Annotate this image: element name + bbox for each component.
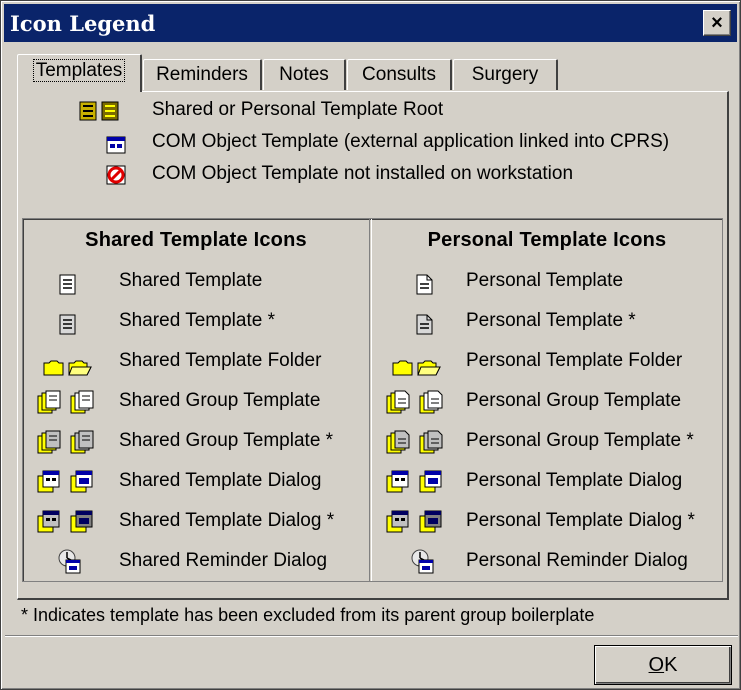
legend-label-com-missing: COM Object Template not installed on wor… [152, 163, 574, 184]
list-item-label: Personal Template Folder [466, 350, 683, 371]
list-item: Personal Reminder Dialog [372, 541, 722, 581]
list-item-label: Shared Template * [119, 310, 275, 331]
footnote: * Indicates template has been excluded f… [21, 605, 595, 625]
tab-surgery[interactable]: Surgery [453, 59, 558, 90]
list-item-label: Shared Template Dialog * [119, 510, 335, 531]
com-not-installed-icon [106, 164, 126, 196]
list-item: Personal Template Dialog [372, 461, 722, 501]
shared-reminder-icon [57, 548, 81, 589]
list-item: Personal Group Template * [372, 421, 722, 461]
list-item-label: Shared Reminder Dialog [119, 550, 328, 571]
list-item: Shared Group Template [23, 381, 369, 421]
list-item-label: Personal Template * [466, 310, 636, 331]
list-item-label: Shared Group Template * [119, 430, 334, 451]
close-button[interactable]: × [703, 10, 731, 36]
icon-legend-grid: Shared Template Icons Shared Template Sh… [22, 218, 723, 582]
list-item-label: Personal Group Template * [466, 430, 694, 451]
list-item: Shared Template [23, 261, 369, 301]
legend-label-root: Shared or Personal Template Root [152, 99, 444, 120]
list-item: Shared Reminder Dialog [23, 541, 369, 581]
tab-consults[interactable]: Consults [347, 59, 452, 90]
list-item-label: Shared Template [119, 270, 263, 291]
icon-legend-window: Icon Legend × Templates Reminders Notes … [0, 0, 741, 690]
list-item: Shared Template Folder [23, 341, 369, 381]
legend-row-com-missing: COM Object Template not installed on wor… [78, 158, 718, 190]
personal-column: Personal Template Icons Personal Templat… [371, 219, 722, 581]
tab-templates-label: Templates [32, 59, 126, 82]
list-item-label: Shared Template Folder [119, 350, 322, 371]
list-item-label: Personal Reminder Dialog [466, 550, 688, 571]
list-item: Shared Template Dialog * [23, 501, 369, 541]
shared-heading: Shared Template Icons [85, 229, 307, 251]
personal-heading: Personal Template Icons [427, 229, 667, 251]
list-item-label: Shared Template Dialog [119, 470, 322, 491]
title-bar[interactable]: Icon Legend × [4, 4, 737, 42]
list-item: Shared Template Dialog [23, 461, 369, 501]
list-item-label: Personal Template Dialog * [466, 510, 695, 531]
ok-label-rest: K [664, 654, 678, 676]
ok-mnemonic: O [648, 654, 665, 676]
list-item: Personal Template [372, 261, 722, 301]
list-item-label: Personal Template [466, 270, 624, 291]
templates-panel: Shared or Personal Template Root COM Obj… [17, 91, 729, 600]
legend-row-com: COM Object Template (external applicatio… [78, 126, 718, 158]
shared-column: Shared Template Icons Shared Template Sh… [23, 219, 370, 581]
list-item-label: Personal Template Dialog [466, 470, 683, 491]
ok-button[interactable]: OK [594, 645, 732, 685]
list-item: Personal Group Template [372, 381, 722, 421]
tab-notes[interactable]: Notes [263, 59, 346, 90]
list-item: Shared Group Template * [23, 421, 369, 461]
personal-reminder-icon [410, 548, 434, 589]
legend-row-root: Shared or Personal Template Root [78, 94, 718, 126]
window-title: Icon Legend [10, 11, 156, 36]
divider [5, 635, 738, 637]
list-item: Shared Template * [23, 301, 369, 341]
list-item-label: Shared Group Template [119, 390, 321, 411]
legend-label-com: COM Object Template (external applicatio… [152, 131, 670, 152]
list-item-label: Personal Group Template [466, 390, 682, 411]
list-item: Personal Template * [372, 301, 722, 341]
list-item: Personal Template Folder [372, 341, 722, 381]
tab-reminders[interactable]: Reminders [143, 59, 262, 90]
list-item: Personal Template Dialog * [372, 501, 722, 541]
tab-templates[interactable]: Templates [17, 54, 142, 92]
